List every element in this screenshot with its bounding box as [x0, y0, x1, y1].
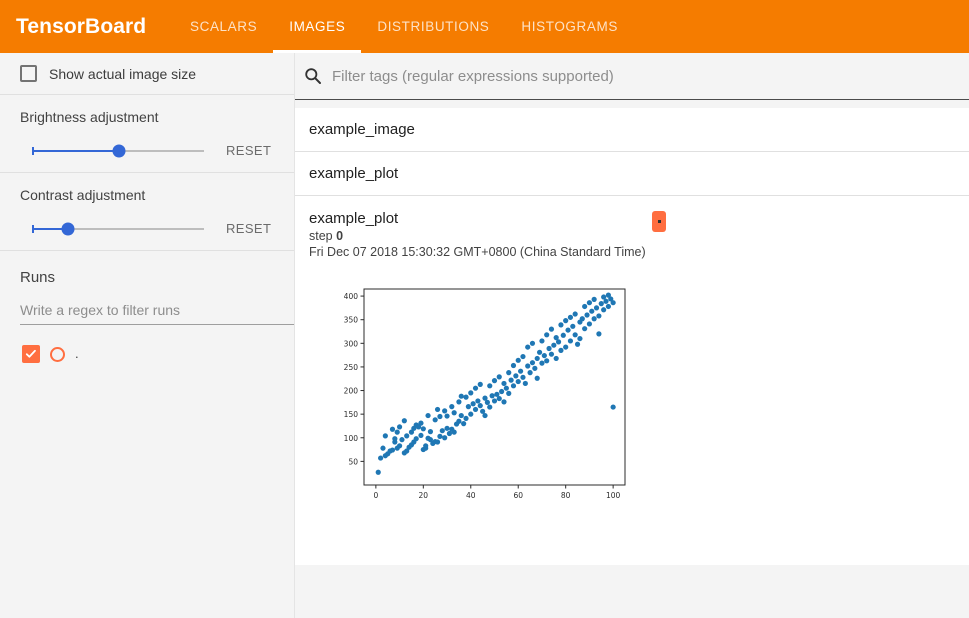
svg-text:200: 200	[344, 387, 359, 396]
show-actual-image-size-toggle[interactable]: Show actual image size	[0, 53, 294, 94]
scatter-plot-svg: 50 100 150 200 250 300 350 400 0 20 40 60 80 100	[344, 288, 626, 500]
tab-distributions-label: DISTRIBUTIONS	[377, 19, 490, 34]
tag-list: example_image example_plot example_plot …	[295, 100, 969, 565]
run-badge-dot-icon	[657, 220, 661, 223]
nav-tabs: SCALARS IMAGES DISTRIBUTIONS HISTOGRAMS	[174, 0, 634, 53]
app-header: TensorBoard SCALARS IMAGES DISTRIBUTIONS…	[0, 0, 969, 53]
run-badge[interactable]	[652, 211, 666, 232]
checkbox-icon	[20, 65, 37, 82]
image-card-header: example_plot step 0 Fri Dec 07 2018 15:3…	[309, 210, 969, 259]
brightness-slider-thumb[interactable]	[112, 144, 126, 157]
contrast-section: Contrast adjustment RESET	[0, 173, 294, 250]
runs-filter-input[interactable]	[20, 302, 294, 325]
tab-histograms-label: HISTOGRAMS	[521, 19, 618, 34]
search-icon	[304, 67, 322, 85]
brightness-reset-button[interactable]: RESET	[226, 143, 271, 158]
brand-title: TensorBoard	[16, 14, 147, 38]
tag-filter-bar	[295, 53, 969, 100]
image-card-step: step 0	[309, 229, 969, 243]
runs-title: Runs	[20, 269, 56, 286]
tag-accordion-label: example_plot	[309, 165, 399, 182]
brightness-slider[interactable]	[32, 144, 204, 157]
tab-images[interactable]: IMAGES	[273, 0, 362, 53]
contrast-title: Contrast adjustment	[20, 187, 146, 203]
tab-images-label: IMAGES	[289, 19, 346, 34]
brightness-title: Brightness adjustment	[20, 109, 159, 125]
body-wrap: Show actual image size Brightness adjust…	[0, 53, 969, 618]
contrast-reset-button[interactable]: RESET	[226, 221, 271, 236]
tag-accordion-example-plot[interactable]: example_plot	[295, 152, 969, 196]
svg-text:350: 350	[344, 316, 359, 325]
scatter-plot-image: 50 100 150 200 250 300 350 400 0 20 40 60 80 100	[330, 281, 969, 511]
svg-text:80: 80	[561, 491, 571, 500]
brightness-slider-row: RESET	[20, 143, 278, 158]
image-card-tag: example_plot	[309, 210, 399, 227]
image-card-timestamp: Fri Dec 07 2018 15:30:32 GMT+0800 (China…	[309, 245, 646, 259]
svg-text:100: 100	[606, 491, 621, 500]
svg-text:0: 0	[373, 491, 378, 500]
tag-filter-input[interactable]	[330, 66, 965, 86]
svg-text:60: 60	[513, 491, 523, 500]
show-actual-image-size-label: Show actual image size	[49, 65, 197, 82]
svg-text:50: 50	[348, 457, 358, 466]
main-content: example_image example_plot example_plot …	[295, 53, 969, 618]
tab-histograms[interactable]: HISTOGRAMS	[505, 0, 634, 53]
sidebar: Show actual image size Brightness adjust…	[0, 53, 295, 618]
tab-distributions[interactable]: DISTRIBUTIONS	[361, 0, 505, 53]
brightness-slider-fill	[34, 149, 119, 152]
step-label: step	[309, 229, 333, 243]
step-value: 0	[336, 229, 344, 243]
contrast-slider[interactable]	[32, 222, 204, 235]
svg-text:100: 100	[344, 434, 359, 443]
contrast-slider-thumb[interactable]	[61, 222, 75, 235]
run-checkbox-icon[interactable]	[22, 345, 40, 363]
runs-section: Runs .	[0, 251, 294, 373]
image-card: example_plot step 0 Fri Dec 07 2018 15:3…	[295, 196, 969, 565]
svg-text:20: 20	[419, 491, 429, 500]
brightness-section: Brightness adjustment RESET	[0, 95, 294, 172]
contrast-slider-row: RESET	[20, 221, 278, 236]
svg-text:400: 400	[344, 292, 359, 301]
run-color-circle-icon	[50, 346, 65, 362]
run-item[interactable]: .	[20, 345, 278, 363]
svg-text:40: 40	[466, 491, 476, 500]
tab-scalars[interactable]: SCALARS	[174, 0, 273, 53]
tab-scalars-label: SCALARS	[190, 19, 258, 34]
tag-accordion-label: example_image	[309, 121, 415, 138]
svg-text:250: 250	[344, 363, 359, 372]
svg-text:150: 150	[344, 410, 359, 419]
run-item-label: .	[75, 346, 79, 361]
tag-accordion-example-image[interactable]: example_image	[295, 108, 969, 152]
svg-text:300: 300	[344, 339, 359, 348]
